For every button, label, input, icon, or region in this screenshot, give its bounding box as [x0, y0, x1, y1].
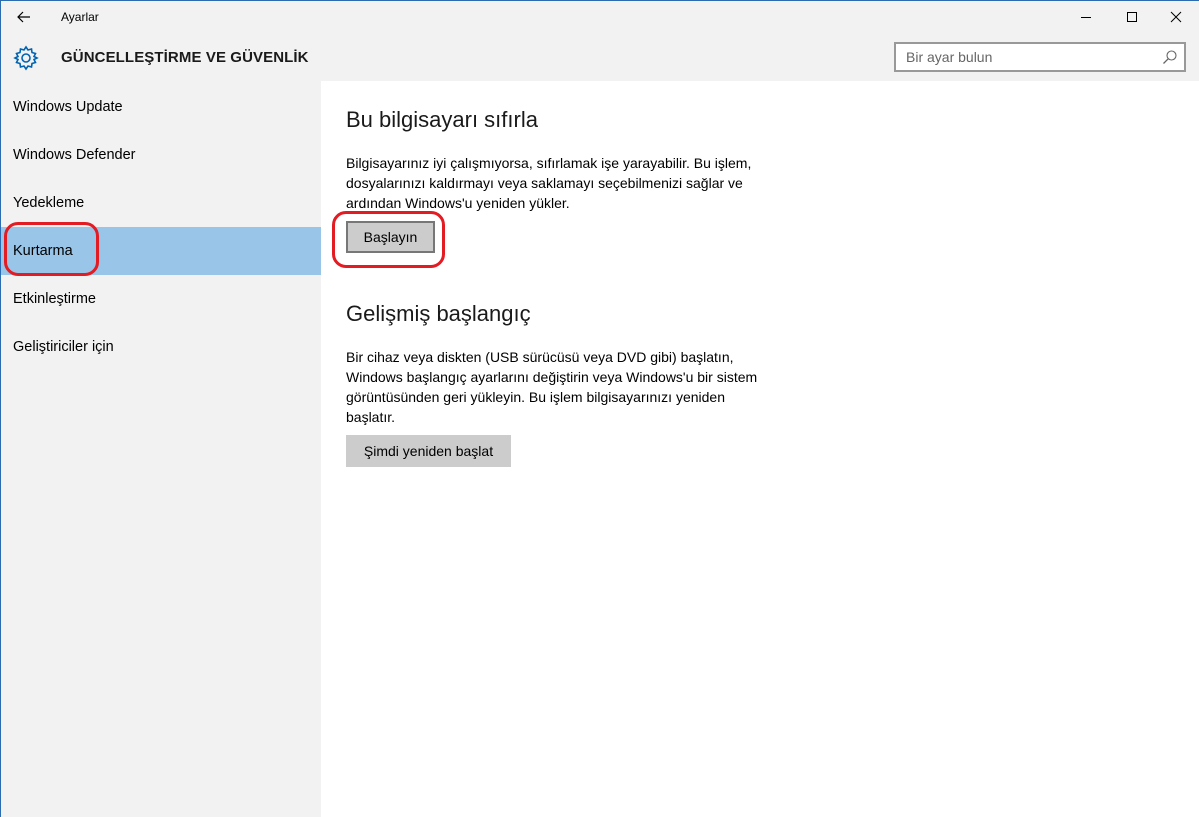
maximize-icon — [1127, 12, 1137, 22]
close-button[interactable] — [1153, 1, 1199, 33]
advanced-description-line: başlatır. — [346, 409, 396, 425]
close-icon — [1170, 11, 1182, 23]
advanced-startup-description: Bir cihaz veya diskten (USB sürücüsü vey… — [346, 347, 786, 427]
sidebar-item-label: Geliştiriciler için — [13, 339, 114, 355]
advanced-startup-heading: Gelişmiş başlangıç — [346, 301, 531, 326]
reset-description-line: Bilgisayarınız iyi çalışmıyorsa, sıfırla… — [346, 155, 752, 171]
reset-description-line: dosyalarınızı kaldırmayı veya saklamayı … — [346, 175, 743, 191]
sidebar-item-label: Etkinleştirme — [13, 291, 96, 307]
arrow-left-icon — [17, 11, 30, 23]
sidebar-item-label: Windows Update — [13, 99, 123, 115]
back-button[interactable] — [9, 5, 39, 29]
advanced-description-line: Bir cihaz veya diskten (USB sürücüsü vey… — [346, 349, 734, 365]
window-title: Ayarlar — [61, 10, 99, 24]
title-bar: Ayarlar — [1, 1, 1199, 33]
sidebar-item-for-developers[interactable]: Geliştiriciler için — [1, 323, 321, 371]
search-input[interactable] — [896, 44, 1166, 70]
search-box[interactable] — [894, 42, 1186, 72]
sidebar-item-activation[interactable]: Etkinleştirme — [1, 275, 321, 323]
sidebar: Windows Update Windows Defender Yedeklem… — [1, 81, 321, 817]
sidebar-item-windows-update[interactable]: Windows Update — [1, 83, 321, 131]
gear-icon — [13, 45, 39, 71]
settings-window: Ayarlar GÜNCELLEŞTİRME VE GÜVENLİK Bir a… — [0, 0, 1199, 817]
minimize-icon — [1081, 17, 1091, 18]
page-title: GÜNCELLEŞTİRME VE GÜVENLİK — [61, 49, 309, 66]
sidebar-item-backup[interactable]: Yedekleme — [1, 179, 321, 227]
settings-header: GÜNCELLEŞTİRME VE GÜVENLİK — [1, 33, 1199, 81]
sidebar-item-windows-defender[interactable]: Windows Defender — [1, 131, 321, 179]
advanced-description-line: Windows başlangıç ayarlarını değiştirin … — [346, 369, 758, 385]
advanced-description-line: görüntüsünden geri yükleyin. Bu işlem bi… — [346, 389, 725, 405]
sidebar-item-label: Yedekleme — [13, 195, 85, 211]
reset-description: Bilgisayarınız iyi çalışmıyorsa, sıfırla… — [346, 153, 786, 213]
minimize-button[interactable] — [1063, 1, 1109, 33]
sidebar-item-label: Windows Defender — [13, 147, 136, 163]
maximize-button[interactable] — [1109, 1, 1155, 33]
reset-heading: Bu bilgisayarı sıfırla — [346, 107, 538, 132]
sidebar-item-label: Kurtarma — [13, 243, 73, 259]
search-icon[interactable] — [1162, 49, 1178, 65]
get-started-button[interactable]: Başlayın — [346, 221, 435, 253]
sidebar-item-recovery[interactable]: Kurtarma — [1, 227, 321, 275]
restart-now-button[interactable]: Şimdi yeniden başlat — [346, 435, 511, 467]
reset-description-line: ardından Windows'u yeniden yükler. — [346, 195, 570, 211]
